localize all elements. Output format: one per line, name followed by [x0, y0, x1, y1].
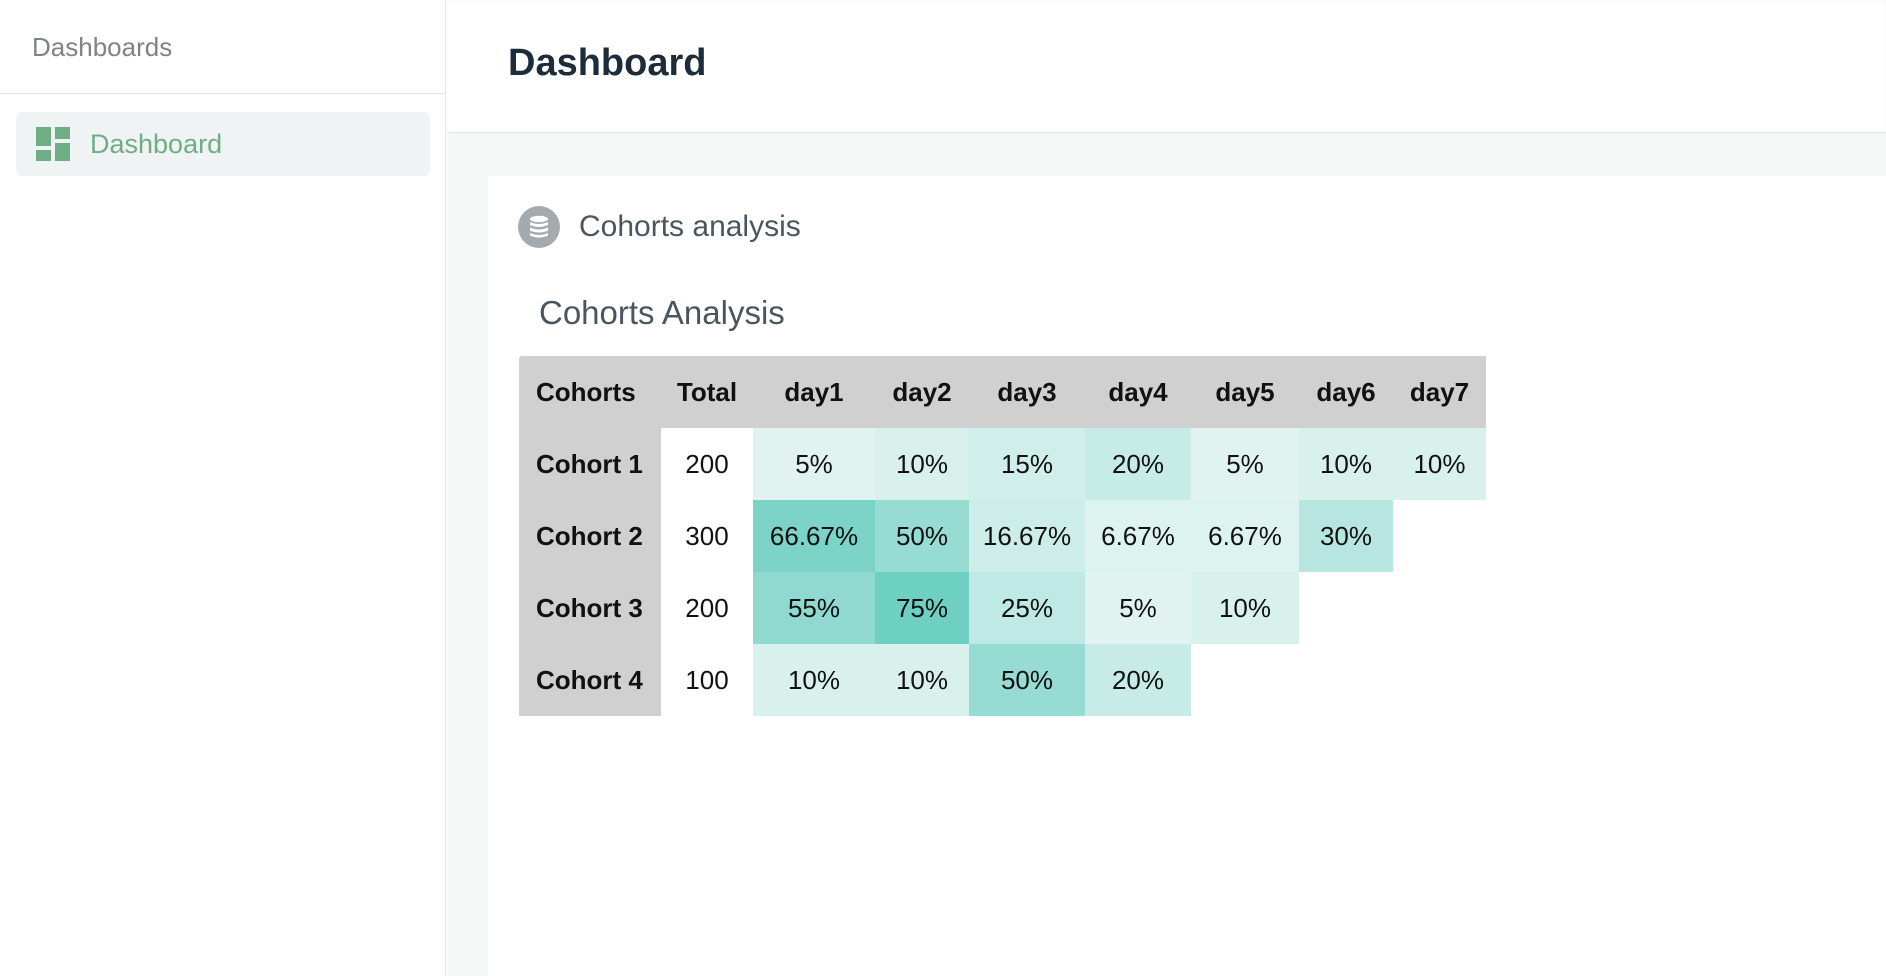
heat-cell: 5% — [1085, 572, 1191, 644]
table-body: Cohort 1 200 5% 10% 15% 20% 5% 10% 10% C… — [519, 428, 1486, 716]
column-header: Total — [661, 356, 753, 428]
heat-cell: 10% — [1393, 428, 1486, 500]
page-title: Dashboard — [508, 42, 707, 84]
sidebar: Dashboards Dashboard — [0, 0, 446, 976]
heat-cell: 55% — [753, 572, 875, 644]
table-row: Cohort 4 100 10% 10% 50% 20% — [519, 644, 1486, 716]
total-cell: 300 — [685, 520, 729, 551]
heat-cell: 10% — [875, 428, 969, 500]
row-header: Cohort 3 — [519, 572, 661, 644]
heat-cell: 6.67% — [1191, 500, 1299, 572]
chart-title: Cohorts Analysis — [539, 294, 785, 331]
heat-cell: 30% — [1299, 500, 1393, 572]
total-cell: 200 — [685, 592, 729, 623]
empty-cell — [1299, 644, 1393, 716]
heat-cell: 66.67% — [753, 500, 875, 572]
empty-cell — [1191, 644, 1299, 716]
heat-cell: 50% — [969, 644, 1085, 716]
table-row: Cohort 2 300 66.67% 50% 16.67% 6.67% 6.6… — [519, 500, 1486, 572]
heat-cell: 10% — [1299, 428, 1393, 500]
sidebar-header: Dashboards — [0, 0, 445, 94]
heat-cell: 20% — [1085, 428, 1191, 500]
heat-cell: 5% — [753, 428, 875, 500]
heat-cell: 15% — [969, 428, 1085, 500]
heat-cell: 10% — [753, 644, 875, 716]
column-header: day1 — [753, 356, 875, 428]
column-header: Cohorts — [519, 356, 661, 428]
total-cell: 100 — [685, 664, 729, 695]
table-row: Cohort 1 200 5% 10% 15% 20% 5% 10% 10% — [519, 428, 1486, 500]
empty-cell — [1393, 572, 1486, 644]
app: Dashboards Dashboard Dashboard Cohorts a… — [0, 0, 1886, 976]
sidebar-item-label: Dashboard — [90, 128, 223, 159]
heat-cell: 10% — [1191, 572, 1299, 644]
heat-cell: 16.67% — [969, 500, 1085, 572]
empty-cell — [1299, 572, 1393, 644]
row-header: Cohort 2 — [519, 500, 661, 572]
heat-cell: 25% — [969, 572, 1085, 644]
empty-cell — [1393, 644, 1486, 716]
heat-cell: 6.67% — [1085, 500, 1191, 572]
heat-cell: 50% — [875, 500, 969, 572]
database-icon — [518, 206, 560, 248]
table-header-row: Cohorts Total day1 day2 day3 day4 day5 d… — [519, 356, 1486, 428]
row-header: Cohort 1 — [519, 428, 661, 500]
heat-cell: 10% — [875, 644, 969, 716]
dashboard-grid-icon — [36, 127, 70, 161]
heat-cell: 5% — [1191, 428, 1299, 500]
column-header: day6 — [1299, 356, 1393, 428]
row-header: Cohort 4 — [519, 644, 661, 716]
cohorts-card: Cohorts analysis Cohorts Analysis Cohort… — [488, 176, 1886, 976]
main-header: Dashboard — [447, 0, 1886, 133]
column-header: day4 — [1085, 356, 1191, 428]
table-row: Cohort 3 200 55% 75% 25% 5% 10% — [519, 572, 1486, 644]
empty-cell — [1393, 500, 1486, 572]
column-header: day7 — [1393, 356, 1486, 428]
cohort-table: Cohorts Total day1 day2 day3 day4 day5 d… — [519, 356, 1486, 716]
column-header: day2 — [875, 356, 969, 428]
card-header: Cohorts analysis — [518, 206, 801, 248]
main-content: Cohorts analysis Cohorts Analysis Cohort… — [447, 133, 1886, 976]
card-title: Cohorts analysis — [579, 210, 801, 243]
sidebar-item-dashboard[interactable]: Dashboard — [16, 112, 430, 176]
column-header: day3 — [969, 356, 1085, 428]
heat-cell: 75% — [875, 572, 969, 644]
total-cell: 200 — [685, 448, 729, 479]
heat-cell: 20% — [1085, 644, 1191, 716]
column-header: day5 — [1191, 356, 1299, 428]
